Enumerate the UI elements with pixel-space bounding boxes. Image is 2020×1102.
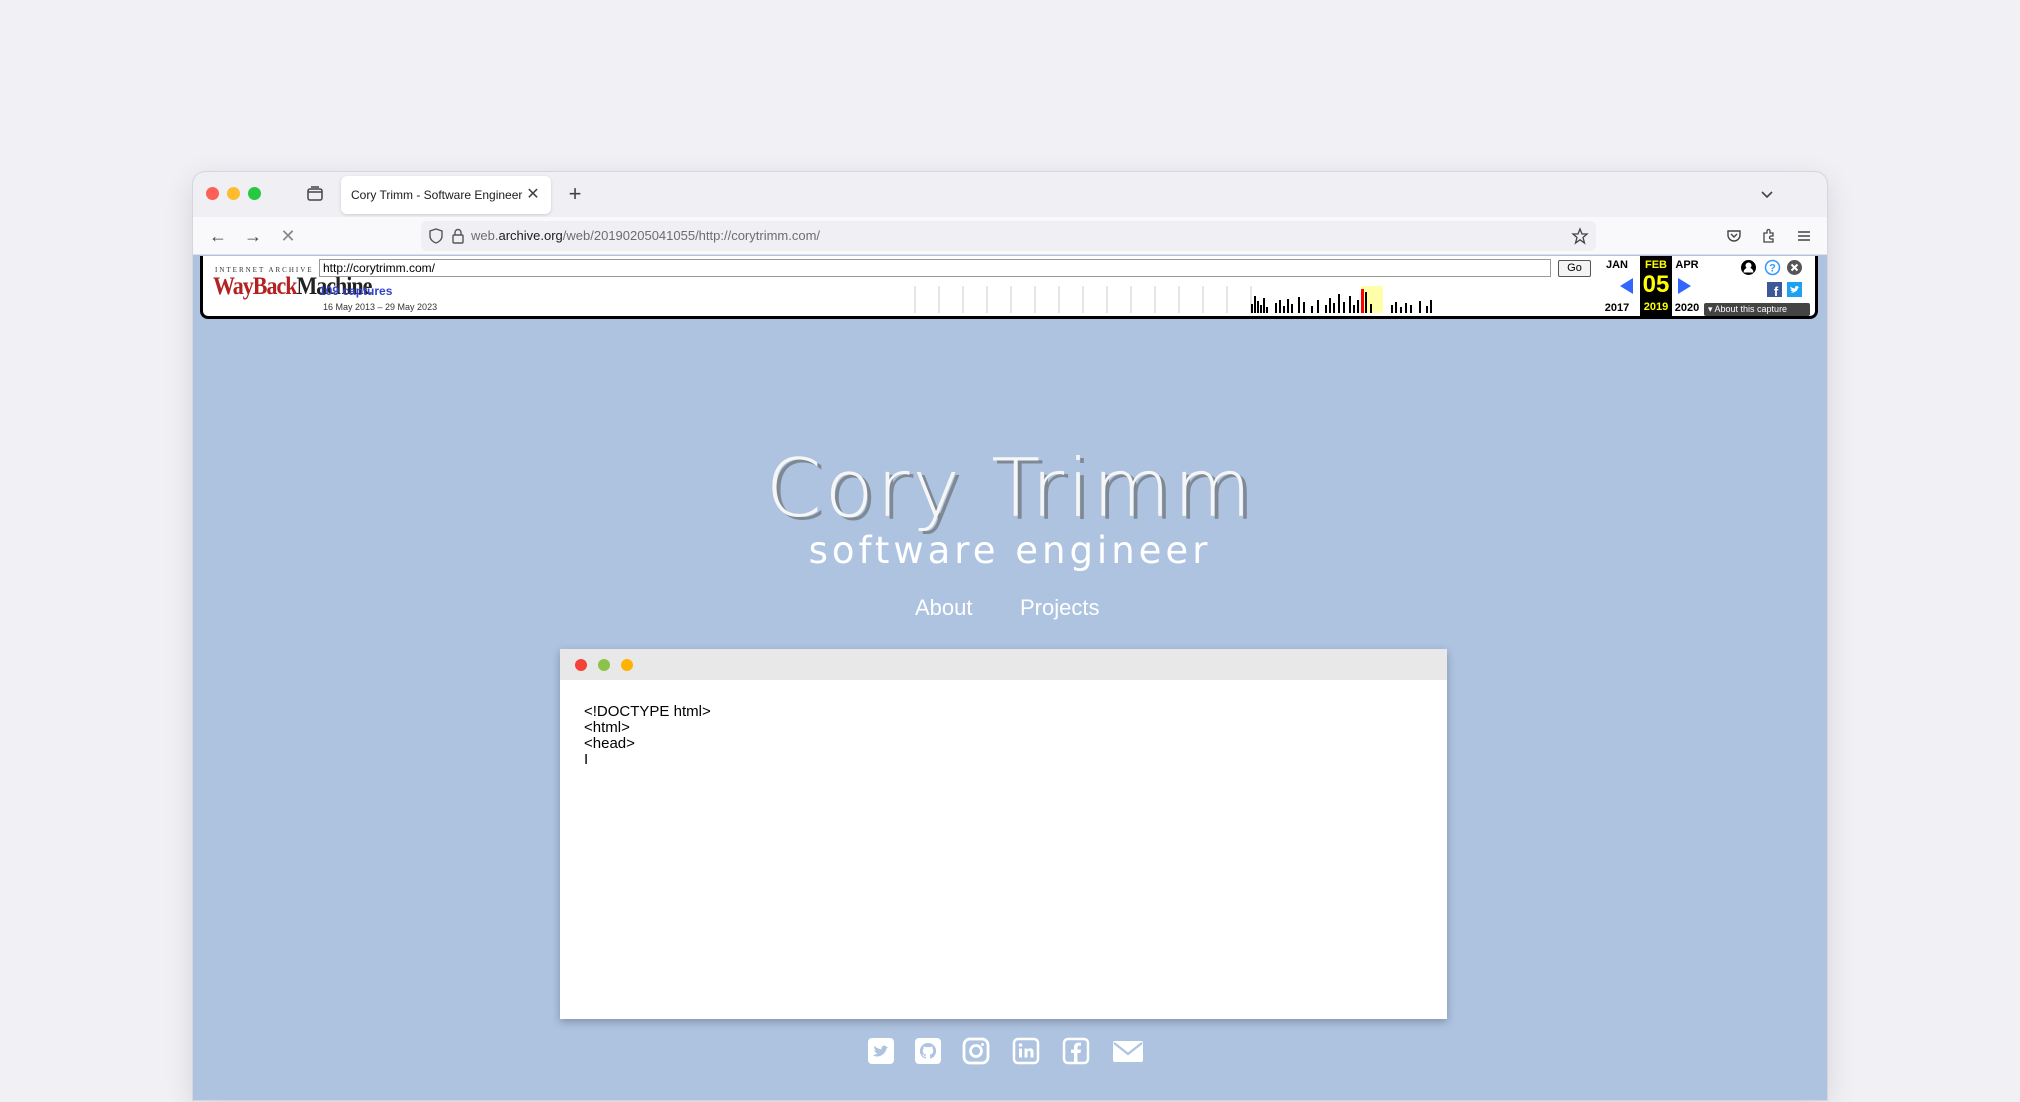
window-controls — [206, 187, 261, 200]
prev-capture-year[interactable]: 2017 — [1600, 302, 1634, 314]
stop-loading-button[interactable]: ✕ — [277, 225, 299, 247]
tab-close-icon[interactable]: ✕ — [523, 185, 543, 205]
hero-subtitle: software engineer — [808, 529, 1212, 572]
editor-red-dot — [575, 659, 587, 671]
current-capture-day: 05 — [1642, 271, 1670, 298]
nav-link-projects[interactable]: Projects — [1020, 595, 1099, 621]
active-tab[interactable]: Cory Trimm - Software Engineer ✕ — [341, 176, 551, 214]
prev-capture-month[interactable]: JAN — [1600, 259, 1634, 271]
capture-sparkline[interactable] — [913, 286, 1433, 313]
captures-link[interactable]: 109 captures — [319, 284, 392, 298]
url-text: web.archive.org/web/20190205041055/http:… — [471, 228, 821, 243]
bookmark-star-icon[interactable] — [1571, 227, 1589, 245]
svg-text:?: ? — [1769, 263, 1776, 275]
next-capture-arrow-icon[interactable] — [1678, 278, 1691, 294]
close-toolbar-icon[interactable] — [1786, 259, 1803, 276]
hero-name: Cory Trimm — [765, 442, 1255, 535]
back-button[interactable]: ← — [207, 225, 229, 247]
navigation-bar: ← → ✕ web.archive.org/web/20190205041055… — [193, 217, 1827, 255]
browser-window: Cory Trimm - Software Engineer ✕ + ← → ✕… — [193, 172, 1827, 1100]
lock-icon[interactable] — [449, 227, 467, 245]
svg-text:f: f — [1774, 284, 1779, 297]
tab-bar: Cory Trimm - Software Engineer ✕ + — [193, 172, 1827, 217]
next-capture-month[interactable]: APR — [1670, 259, 1704, 271]
tab-title: Cory Trimm - Software Engineer — [351, 188, 523, 202]
maximize-window-button[interactable] — [248, 187, 261, 200]
page-content: Cory Trimm software engineer About Proje… — [193, 322, 1827, 1100]
wayback-url-input[interactable]: http://corytrimm.com/ — [319, 259, 1551, 277]
minimize-window-button[interactable] — [227, 187, 240, 200]
close-window-button[interactable] — [206, 187, 219, 200]
share-twitter-icon[interactable] — [1787, 282, 1802, 297]
forward-button[interactable]: → — [242, 225, 264, 247]
current-capture-date: FEB 05 2019 — [1640, 256, 1672, 316]
current-capture-year: 2019 — [1643, 301, 1669, 313]
extensions-icon[interactable] — [1760, 227, 1778, 245]
editor-green-dot — [598, 659, 610, 671]
current-capture-month: FEB — [1645, 259, 1667, 271]
instagram-icon[interactable] — [961, 1036, 991, 1066]
twitter-icon[interactable] — [866, 1036, 896, 1066]
wayback-go-button[interactable]: Go — [1558, 260, 1591, 277]
github-icon[interactable] — [913, 1036, 943, 1066]
editor-yellow-dot — [621, 659, 633, 671]
facebook-icon[interactable] — [1061, 1036, 1091, 1066]
share-facebook-icon[interactable]: f — [1767, 282, 1782, 297]
new-tab-button[interactable]: + — [563, 182, 587, 206]
prev-capture-arrow-icon[interactable] — [1620, 278, 1633, 294]
menu-icon[interactable] — [1795, 227, 1813, 245]
editor-code: <!DOCTYPE html> <html> <head> I — [584, 703, 711, 768]
help-icon[interactable]: ? — [1764, 259, 1781, 276]
code-editor-window: <!DOCTYPE html> <html> <head> I — [560, 649, 1447, 1019]
user-account-icon[interactable] — [1740, 259, 1757, 276]
shield-icon[interactable] — [427, 227, 445, 245]
pocket-icon[interactable] — [1725, 227, 1743, 245]
chevron-down-icon[interactable] — [1757, 184, 1777, 204]
address-bar[interactable]: web.archive.org/web/20190205041055/http:… — [421, 221, 1596, 251]
linkedin-icon[interactable] — [1011, 1036, 1041, 1066]
next-capture-year[interactable]: 2020 — [1670, 302, 1704, 314]
about-this-capture-button[interactable]: ▾ About this capture — [1704, 303, 1810, 316]
editor-title-bar — [560, 649, 1447, 680]
capture-date-range: 16 May 2013 – 29 May 2023 — [323, 302, 438, 312]
email-icon[interactable] — [1111, 1036, 1145, 1066]
tab-list-icon[interactable] — [305, 184, 325, 204]
nav-link-about[interactable]: About — [915, 595, 973, 621]
wayback-toolbar: INTERNET ARCHIVE WayBackMachine http://c… — [200, 256, 1818, 319]
